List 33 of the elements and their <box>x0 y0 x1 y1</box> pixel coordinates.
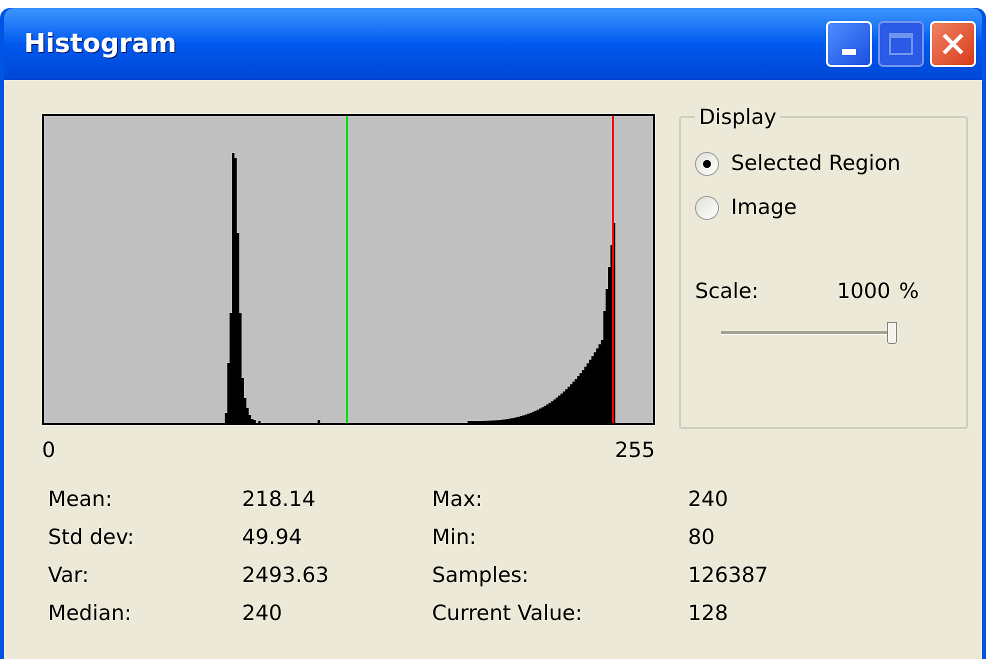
radio-button[interactable] <box>695 196 719 220</box>
scale-label: Scale: <box>695 278 760 305</box>
maximize-icon <box>889 33 913 55</box>
close-icon <box>941 32 965 56</box>
radio-option[interactable]: Image <box>695 190 952 226</box>
slider-thumb[interactable] <box>887 322 897 344</box>
stat-label: Current Value: <box>432 600 584 627</box>
window-title: Histogram <box>24 28 178 60</box>
stat-value: 240 <box>242 600 282 627</box>
radio-option[interactable]: Selected Region <box>695 146 952 182</box>
axis-label: 0 <box>42 437 56 464</box>
stat-value: 126387 <box>688 562 768 589</box>
stat-label: Samples: <box>432 562 530 589</box>
stat-label: Std dev: <box>48 524 136 551</box>
scale-slider[interactable] <box>721 322 897 346</box>
close-button[interactable] <box>930 21 976 67</box>
minimize-icon <box>842 49 856 55</box>
stat-label: Min: <box>432 524 478 551</box>
scale-unit: % <box>899 278 919 305</box>
stat-label: Mean: <box>48 486 114 513</box>
stat-value: 2493.63 <box>242 562 329 589</box>
stat-value: 128 <box>688 600 728 627</box>
stat-value: 218.14 <box>242 486 316 513</box>
stat-value: 80 <box>688 524 715 551</box>
minimize-button[interactable] <box>826 21 872 67</box>
stat-value: 49.94 <box>242 524 302 551</box>
axis-label: 255 <box>614 437 655 464</box>
radio-button[interactable] <box>695 152 719 176</box>
scale-value: 1000 <box>837 278 887 305</box>
stat-label: Max: <box>432 486 484 513</box>
stat-label: Median: <box>48 600 132 627</box>
stat-label: Var: <box>48 562 90 589</box>
stat-value: 240 <box>688 486 728 513</box>
